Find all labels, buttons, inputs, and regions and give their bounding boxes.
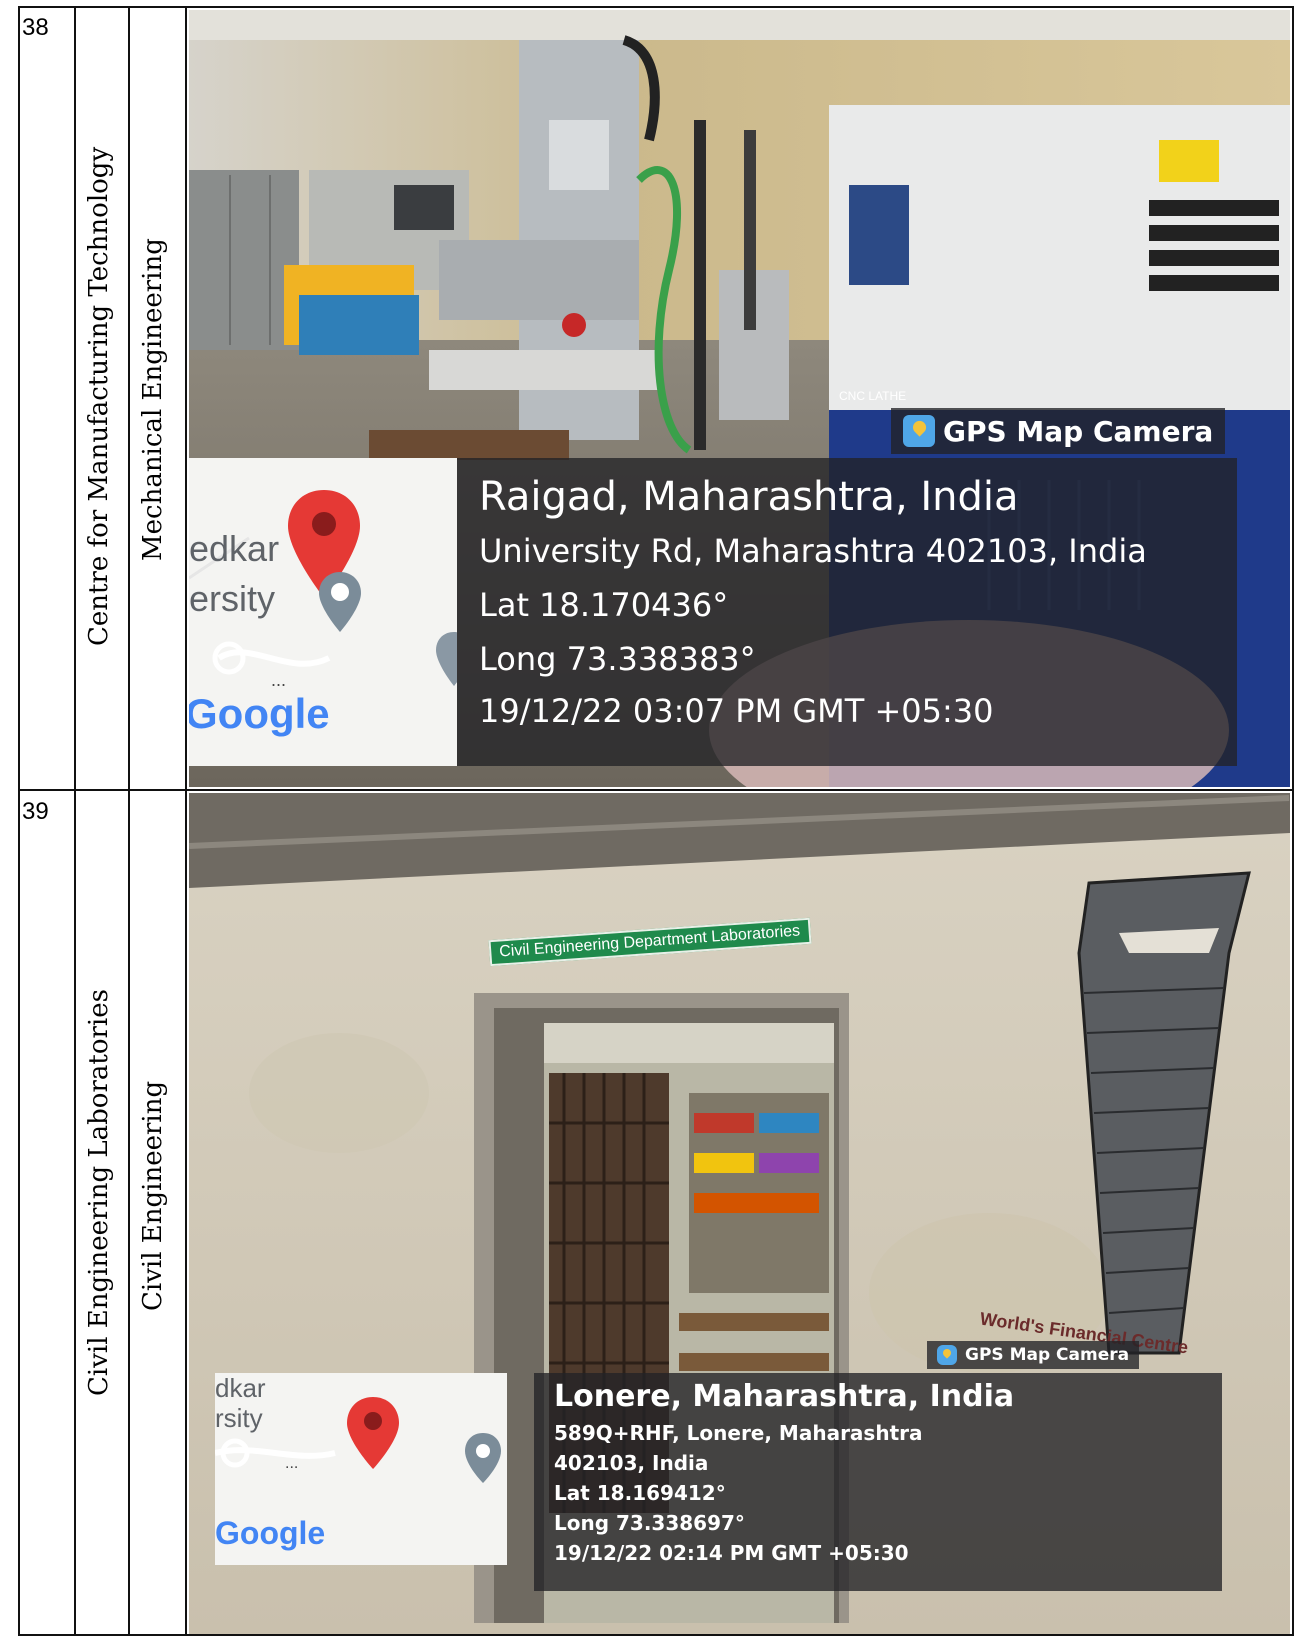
geotagged-photo: CNC LATHE edkar ersity ... Google GPS Ma… [189, 10, 1290, 787]
row-divider [18, 789, 1294, 791]
gps-camera-label: GPS Map Camera [943, 414, 1214, 448]
map-label: edkar [189, 528, 280, 569]
table-border-bottom [18, 1634, 1294, 1636]
map-marker-icon [319, 572, 361, 632]
gps-camera-icon [937, 1345, 957, 1365]
map-marker-icon [465, 1433, 501, 1483]
facility-name: Civil Engineering Laboratories [84, 989, 114, 1396]
column-divider [128, 6, 130, 1636]
column-divider [185, 6, 187, 1636]
row-number: 39 [22, 798, 49, 825]
gps-camera-icon [903, 415, 935, 447]
row-number: 38 [22, 14, 49, 41]
location-info-overlay: Raigad, Maharashtra, India University Rd… [457, 458, 1237, 766]
map-label: rsity [215, 1403, 263, 1433]
timestamp: 19/12/22 02:14 PM GMT +05:30 [554, 1541, 909, 1565]
google-logo: Google [189, 690, 330, 737]
latitude: Lat 18.170436° [479, 586, 729, 624]
equipment-label: CNC LATHE [839, 389, 906, 403]
map-label: ersity [189, 578, 276, 619]
column-divider [74, 6, 76, 1636]
longitude: Long 73.338383° [479, 640, 756, 678]
gps-camera-badge: GPS Map Camera [891, 408, 1226, 454]
map-label: dkar [215, 1373, 266, 1403]
location-title: Lonere, Maharashtra, India [554, 1379, 1015, 1414]
geotagged-photo: Civil Engineering Department Laboratorie… [189, 793, 1290, 1634]
table-border-right [1292, 6, 1294, 1636]
department-name: Mechanical Engineering [138, 238, 168, 561]
map-thumbnail: edkar ersity ... Google [189, 458, 457, 766]
address-line: 589Q+RHF, Lonere, Maharashtra [554, 1421, 923, 1445]
latitude: Lat 18.169412° [554, 1481, 726, 1505]
timestamp: 19/12/22 03:07 PM GMT +05:30 [479, 692, 994, 730]
map-dots: ... [271, 670, 287, 690]
gps-camera-label: GPS Map Camera [965, 1345, 1130, 1365]
google-logo: Google [215, 1515, 326, 1551]
facility-name: Centre for Manufacturing Technology [84, 146, 114, 646]
facility-table: 38 Centre for Manufacturing Technology M… [18, 6, 1294, 1636]
location-title: Raigad, Maharashtra, India [479, 474, 1019, 520]
longitude: Long 73.338697° [554, 1511, 745, 1535]
department-name: Civil Engineering [138, 1080, 168, 1311]
table-border-top [18, 6, 1294, 8]
map-dots: ... [285, 1455, 299, 1472]
gps-camera-badge: GPS Map Camera [927, 1341, 1140, 1369]
address-line: University Rd, Maharashtra 402103, India [479, 532, 1147, 570]
table-border-left [18, 6, 20, 1636]
location-pin-icon [347, 1397, 399, 1469]
address-line: 402103, India [554, 1451, 709, 1475]
map-thumbnail: dkar rsity ... Google [215, 1373, 507, 1565]
map-marker-icon [436, 632, 457, 686]
location-info-overlay: Lonere, Maharashtra, India 589Q+RHF, Lon… [534, 1373, 1222, 1591]
